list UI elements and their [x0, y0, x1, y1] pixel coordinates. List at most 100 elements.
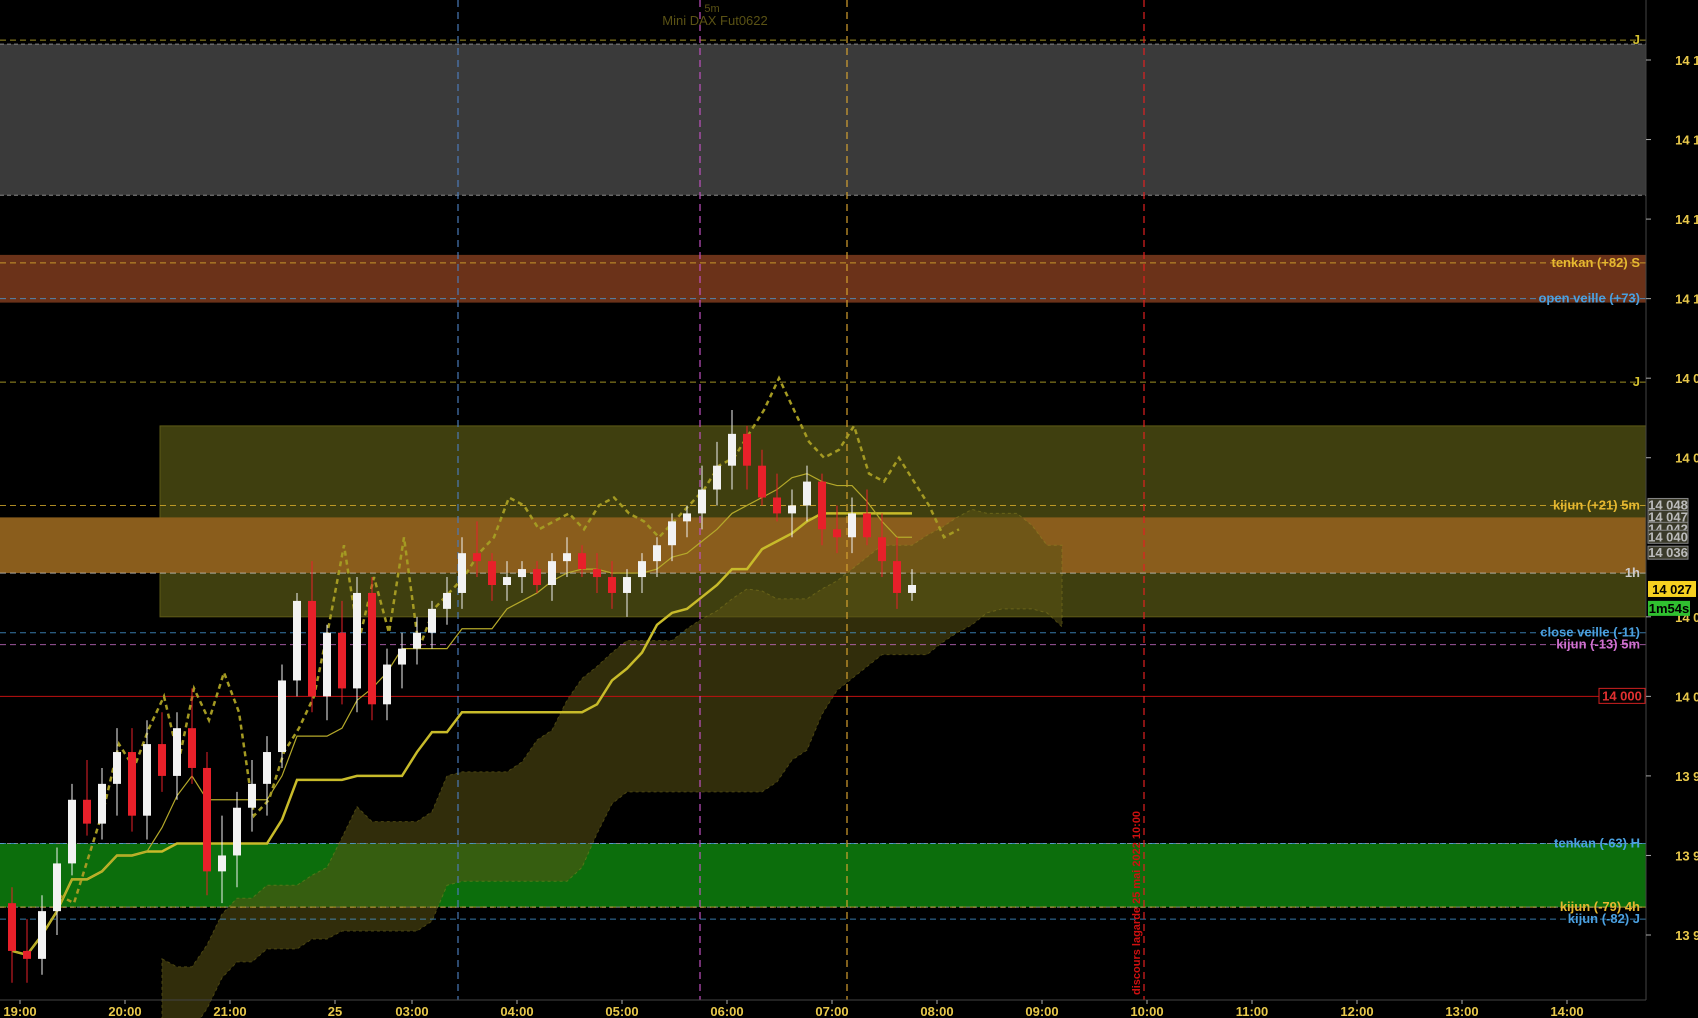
candle-body [698, 489, 706, 514]
candle-body [188, 728, 196, 768]
candle-body [248, 783, 256, 808]
candle-body [458, 553, 466, 593]
price-tick-label: 14 160 [1675, 53, 1698, 68]
price-tag: 1m54s [1648, 600, 1690, 616]
level-label: J [1633, 374, 1640, 389]
price-tick-label: 13 980 [1675, 769, 1698, 784]
price-tag-text: 14 036 [1648, 545, 1688, 560]
candle-body [518, 569, 526, 578]
candle-body [623, 577, 631, 593]
price-tag-text: 1m54s [1649, 601, 1689, 616]
price-tick-label: 14 120 [1675, 212, 1698, 227]
price-tag-text: 14 027 [1652, 582, 1692, 597]
candle [248, 760, 256, 832]
candle [68, 783, 76, 876]
event-label: discours lagarde 25 mai 2022 10:00 [1131, 811, 1143, 995]
price-tag-text: 14 000 [1602, 688, 1642, 703]
time-tick-label: 05:00 [605, 1004, 638, 1018]
candle-body [713, 465, 721, 490]
candle-body [263, 752, 271, 784]
time-axis: 19:00 20:00 21:00 25 03:00 04:00 05:00 06:00 07:… [0, 999, 1646, 1018]
price-tick-label: 14 100 [1675, 292, 1698, 307]
candle-body [323, 632, 331, 697]
candle-body [833, 529, 841, 538]
price-tick-label: 14 060 [1675, 451, 1698, 466]
candle-body [548, 561, 556, 585]
level-label: J [1633, 32, 1640, 47]
candle [398, 632, 406, 689]
price-tag: 14 000 [1598, 687, 1646, 704]
candle-body [893, 561, 901, 593]
candle [353, 577, 361, 713]
price-tag: 14 027 [1648, 580, 1696, 597]
timeframe-label: 5m [704, 3, 719, 15]
candle-body [503, 577, 511, 585]
level-label: tenkan (-63) H [1554, 836, 1640, 851]
candle [173, 712, 181, 800]
time-tick-label: 03:00 [395, 1004, 428, 1018]
time-tick-label: 09:00 [1025, 1004, 1058, 1018]
candle-body [293, 600, 301, 681]
candle-body [98, 783, 106, 824]
candle [143, 720, 151, 840]
candle-body [68, 799, 76, 864]
candle-body [683, 513, 691, 522]
candle-body [743, 433, 751, 466]
candle-body [758, 465, 766, 498]
price-tick-label: 13 960 [1675, 848, 1698, 863]
candle [323, 624, 331, 721]
candle-body [38, 911, 46, 959]
candle-body [218, 855, 226, 872]
time-tick-label: 19:00 [3, 1004, 36, 1018]
candle [113, 728, 121, 816]
brown-zone [0, 254, 1646, 303]
candle-body [173, 728, 181, 776]
candle [413, 616, 421, 665]
level-label: 1h [1625, 565, 1640, 580]
candle-body [668, 521, 676, 546]
candle-body [308, 600, 316, 697]
time-tick-label: 25 [328, 1004, 342, 1018]
chart-title: Mini DAX Fut0622 [662, 13, 768, 28]
grey-zone [0, 44, 1646, 196]
zone-layer [0, 43, 1647, 908]
candle [263, 736, 271, 816]
time-tick-label: 14:00 [1550, 1004, 1583, 1018]
candle-body [398, 648, 406, 665]
candle-body [638, 561, 646, 578]
green-zone [0, 843, 1646, 908]
time-tick-label: 10:00 [1130, 1004, 1163, 1018]
candle-body [83, 799, 91, 824]
candle-body [788, 505, 796, 514]
candle-body [593, 569, 601, 578]
candle [293, 592, 301, 697]
candle [83, 760, 91, 836]
time-tick-label: 06:00 [710, 1004, 743, 1018]
candle-body [878, 537, 886, 562]
level-label: kijun (+21) 5m [1553, 497, 1640, 512]
time-tick-label: 07:00 [815, 1004, 848, 1018]
price-tick-label: 14 080 [1675, 371, 1698, 386]
time-tick-label: 13:00 [1445, 1004, 1478, 1018]
candle-body [818, 481, 826, 530]
candle-body [368, 592, 376, 705]
price-tick-label: 13 940 [1675, 928, 1698, 943]
level-label: open veille (+73) [1538, 291, 1640, 306]
price-tag: 14 036 [1647, 545, 1689, 560]
candle [158, 712, 166, 792]
candle-body [428, 608, 436, 633]
candle [383, 648, 391, 721]
candle-body [158, 744, 166, 776]
price-tick-label: 14 140 [1675, 133, 1698, 148]
level-label: kijun (-82) J [1568, 911, 1640, 926]
time-tick-label: 11:00 [1236, 1004, 1269, 1018]
price-tick-label: 14 000 [1675, 689, 1698, 704]
candle-body [473, 553, 481, 562]
time-tick-label: 08:00 [920, 1004, 953, 1018]
candle-body [578, 553, 586, 570]
candle-body [803, 481, 811, 506]
chart-canvas: Jtenkan (+82) S open veille (+73) Jkijun (… [0, 0, 1698, 1018]
candle [128, 728, 136, 832]
candle-body [128, 752, 136, 816]
candle-body [23, 950, 31, 959]
